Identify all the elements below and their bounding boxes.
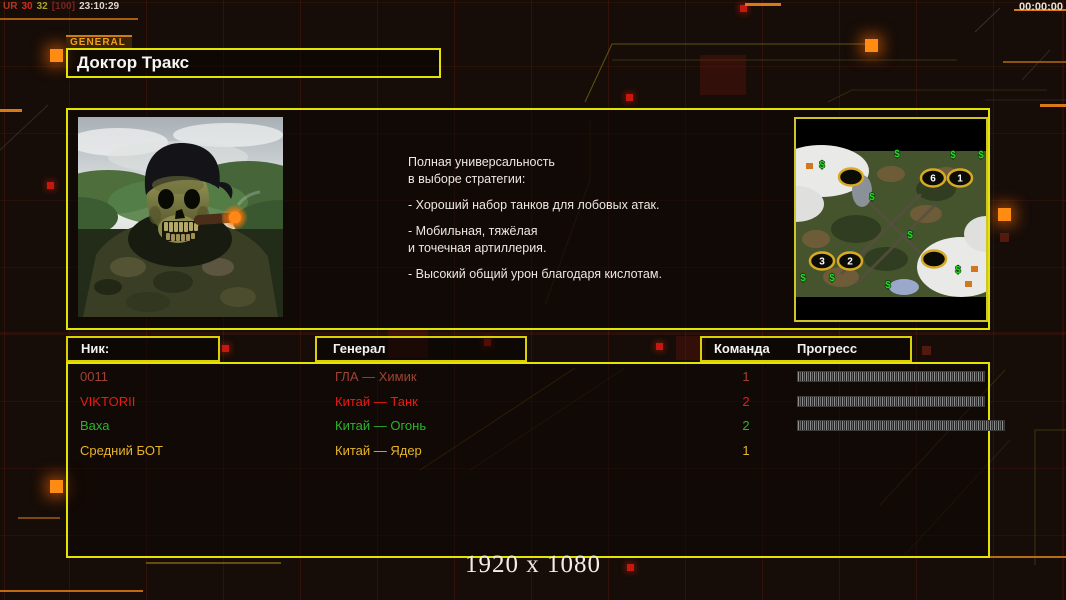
match-timer: 00:00:00 xyxy=(1018,1,1063,13)
description-line: в выборе стратегии: xyxy=(408,172,526,186)
player-row: 0011 ГЛА — Химик 1 xyxy=(68,366,988,391)
description-line: - Высокий общий урон благодаря кислотам. xyxy=(408,267,662,281)
supply-dock-marker: $ xyxy=(978,150,984,161)
circuit-dash xyxy=(0,590,143,592)
player-nick: Средний БОТ xyxy=(80,442,163,458)
column-header-nick: Ник: xyxy=(66,336,220,362)
circuit-dash xyxy=(0,109,22,112)
player-general: Китай — Ядер xyxy=(335,442,422,458)
player-progress-bar xyxy=(797,420,1005,432)
general-badge: GENERAL xyxy=(66,35,132,49)
supply-dock-marker: $ xyxy=(885,280,891,291)
column-header-team-progress: Команда Прогресс xyxy=(700,336,912,362)
background-blotch xyxy=(700,55,746,95)
red-square xyxy=(222,345,229,352)
player-general: ГЛА — Химик xyxy=(335,369,417,384)
debug-readout: UR 30 32 [100] 23:10:29 xyxy=(3,1,123,12)
player-general: Китай — Танк xyxy=(335,393,418,409)
supply-dock-marker: $ xyxy=(869,192,875,203)
start-position-number: 2 xyxy=(847,257,853,268)
player-row: Ваха Китай — Огонь 2 xyxy=(68,415,1005,440)
player-row: Средний БОТ Китай — Ядер 1 xyxy=(68,440,988,465)
glow-square xyxy=(50,480,63,493)
general-info-panel: Полная универсальность в выборе стратегии… xyxy=(66,108,990,330)
nick-header-label: Ник: xyxy=(81,341,110,356)
red-square xyxy=(656,343,663,350)
debug-segment: UR xyxy=(3,1,18,12)
general-portrait xyxy=(78,117,283,317)
red-square xyxy=(626,94,633,101)
description-line xyxy=(408,257,662,266)
player-progress-bar xyxy=(797,395,985,407)
description-line: - Хороший набор танков для лобовых атак. xyxy=(408,198,660,212)
supply-dock-marker: $ xyxy=(907,230,913,241)
progress-header-label: Прогресс xyxy=(797,341,858,356)
player-nick: VIKTORII xyxy=(80,393,136,409)
player-team: 2 xyxy=(742,418,750,434)
player-nick: Ваха xyxy=(80,418,110,434)
description-line xyxy=(408,214,662,223)
debug-segment: 30 xyxy=(21,1,33,12)
start-position-marker xyxy=(920,249,948,269)
description-line: - Мобильная, тяжёлая xyxy=(408,224,538,238)
player-general: Китай — Огонь xyxy=(335,418,427,434)
description-line xyxy=(408,188,662,197)
dim-square xyxy=(922,346,931,355)
glow-square xyxy=(50,49,63,62)
supply-dock-marker: $ xyxy=(800,273,806,284)
description-line: и точечная артиллерия. xyxy=(408,241,547,255)
supply-dock-marker: $ xyxy=(819,160,825,171)
debug-segment: 32 xyxy=(36,1,48,12)
start-position-marker xyxy=(837,167,865,187)
debug-segment: [100] xyxy=(51,1,76,12)
debug-segment: 23:10:29 xyxy=(79,1,120,12)
circuit-dash xyxy=(745,3,781,6)
player-team: 1 xyxy=(742,442,750,458)
resolution-label: 1920 x 1080 xyxy=(465,551,601,578)
glow-square xyxy=(998,208,1011,221)
circuit-dash xyxy=(0,18,138,20)
supply-dock-marker: $ xyxy=(829,273,835,284)
start-position-number: 3 xyxy=(819,257,825,268)
supply-dock-marker: $ xyxy=(950,150,956,161)
glow-square xyxy=(865,39,878,52)
player-row: VIKTORII Китай — Танк 2 xyxy=(68,391,988,416)
dim-square xyxy=(1000,233,1009,242)
start-position-number: 6 xyxy=(930,174,936,185)
team-header-label: Команда xyxy=(714,341,770,356)
player-rows: 0011 ГЛА — Химик 1 VIKTORII Китай — Танк 2 Вах… xyxy=(68,364,1005,465)
player-team: 2 xyxy=(742,393,750,409)
player-progress-bar xyxy=(797,371,985,382)
circuit-dash xyxy=(1040,104,1066,107)
minimap: $ $ $ $ $ $ $ $ $ $6 1 3 2 xyxy=(794,117,988,322)
red-square xyxy=(740,5,747,12)
supply-dock-marker: $ xyxy=(955,265,961,276)
supply-dock-marker: $ xyxy=(894,149,900,160)
player-team: 1 xyxy=(742,369,750,384)
player-list-panel: 0011 ГЛА — Химик 1 VIKTORII Китай — Танк 2 Вах… xyxy=(66,362,1005,558)
player-nick: 0011 xyxy=(80,369,108,384)
column-header-general: Генерал xyxy=(315,336,527,362)
start-position-number: 1 xyxy=(957,174,963,185)
circuit-dash xyxy=(1003,61,1066,63)
general-name-title: Доктор Тракс xyxy=(66,48,441,78)
red-square xyxy=(47,182,54,189)
general-header-label: Генерал xyxy=(333,341,386,356)
general-description: Полная универсальность в выборе стратегии… xyxy=(408,154,662,283)
circuit-dash xyxy=(18,517,60,519)
description-line: Полная универсальность xyxy=(408,155,555,169)
